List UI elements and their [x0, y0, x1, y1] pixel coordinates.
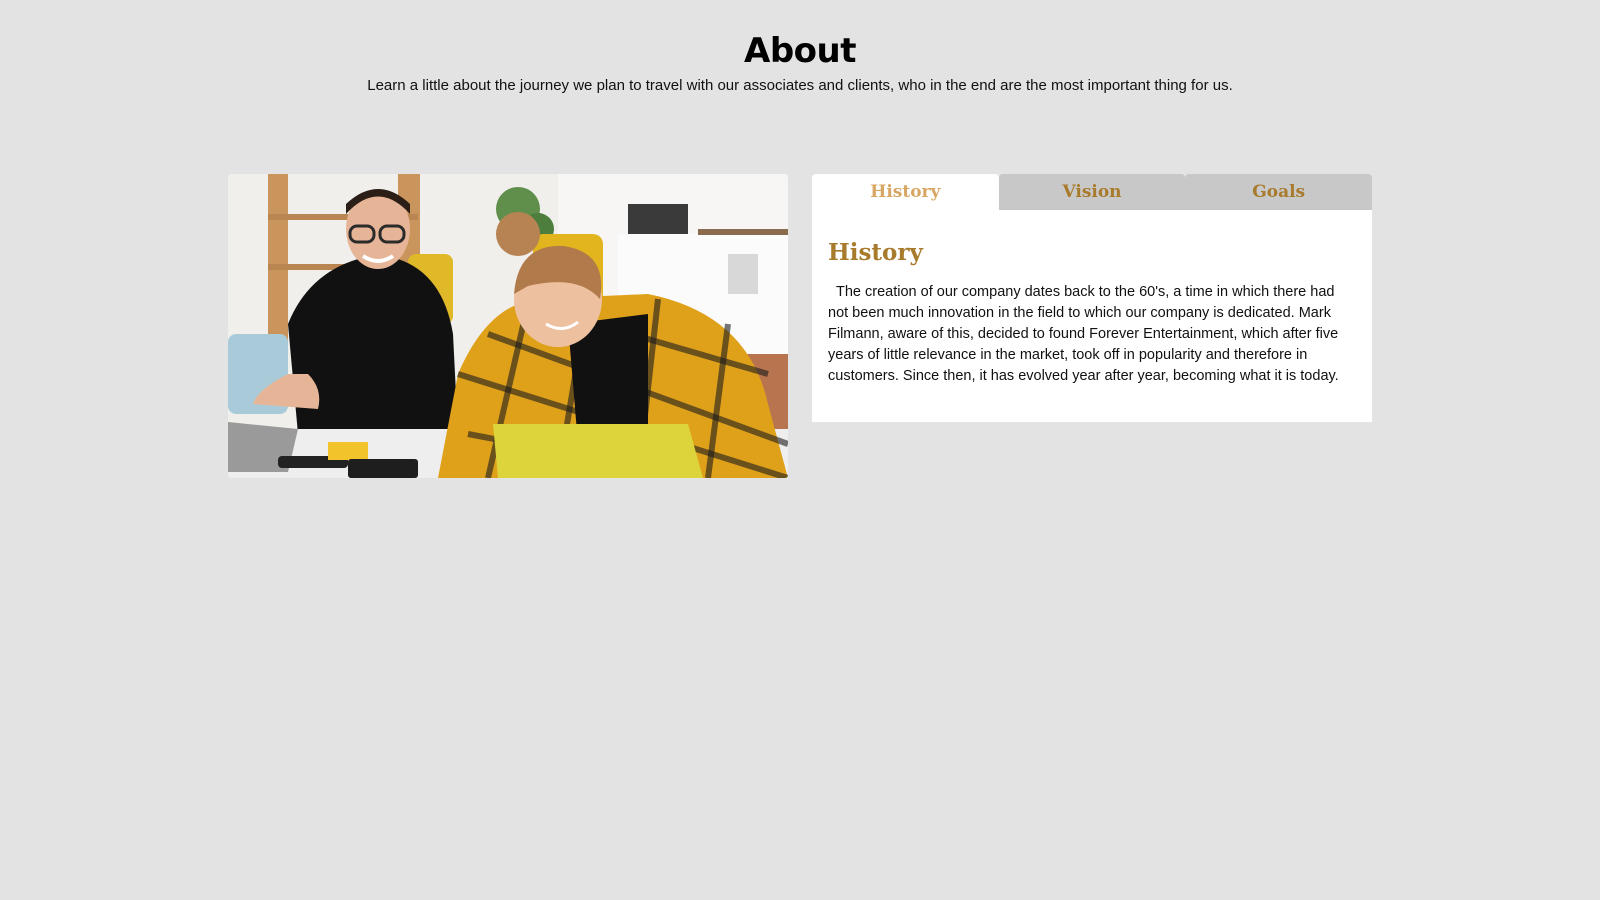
content-title: History [828, 239, 923, 266]
tab-panel: History Vision Goals History The creatio… [812, 174, 1373, 422]
content-text: The creation of our company dates back t… [828, 284, 1339, 384]
tab-content: History The creation of our company date… [812, 210, 1372, 422]
page-header: About Learn a little about the journey w… [0, 26, 1600, 96]
page-subtitle: Learn a little about the journey we plan… [367, 77, 1233, 94]
tab-vision[interactable]: Vision [998, 174, 1186, 210]
page-title: About [744, 31, 856, 71]
tab-history[interactable]: History [812, 174, 999, 210]
tab-bar: History Vision Goals [812, 174, 1373, 210]
tab-goals[interactable]: Goals [1185, 174, 1373, 210]
team-photo [228, 174, 788, 478]
